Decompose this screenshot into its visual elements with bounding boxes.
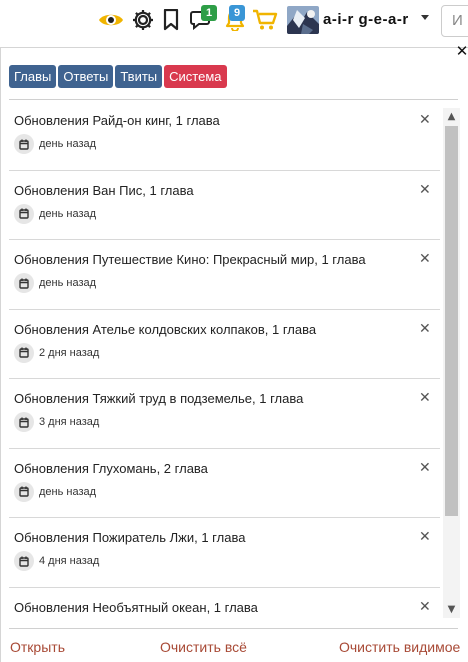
divider (9, 628, 458, 629)
chat-icon[interactable]: 1 (188, 5, 217, 32)
notification-date: 2 дня назад (14, 342, 100, 363)
calendar-icon (14, 412, 34, 432)
avatar[interactable] (287, 6, 319, 34)
top-header: 1 9 a-i-r g-e-a-r И (0, 0, 468, 44)
date-label: день назад (39, 138, 97, 150)
chat-count-badge: 1 (201, 5, 217, 21)
remove-icon[interactable]: ✕ (419, 600, 431, 614)
date-label: день назад (39, 485, 97, 498)
list-item[interactable]: Обновления Пожиратель Лжи, 1 глава 4 дня… (9, 518, 440, 588)
notification-date: 4 дня назад (14, 551, 99, 571)
list-item[interactable]: Обновления Ван Пис, 1 глава день назад ✕ (9, 171, 440, 240)
gear-icon[interactable] (131, 8, 155, 32)
remove-icon[interactable]: ✕ (419, 322, 431, 336)
list-item[interactable]: Обновления Необъятный океан, 1 глава ✕ (9, 588, 440, 629)
remove-icon[interactable]: ✕ (419, 391, 431, 405)
eye-icon[interactable] (97, 8, 125, 32)
date-label: 4 дня назад (39, 555, 100, 567)
notification-title[interactable]: Обновления Пожиратель Лжи, 1 глава (14, 530, 245, 545)
bell-count-badge: 9 (229, 5, 245, 21)
notification-title[interactable]: Обновления Ателье колдовских колпаков, 1… (14, 322, 316, 337)
notification-date: день назад (14, 273, 96, 293)
notification-title[interactable]: Обновления Ван Пис, 1 глава (14, 183, 194, 198)
calendar-icon (14, 342, 34, 363)
tab-chapters[interactable]: Главы (9, 65, 57, 88)
cart-icon[interactable] (252, 8, 278, 32)
remove-icon[interactable]: ✕ (419, 113, 431, 127)
notification-title[interactable]: Обновления Тяжкий труд в подземелье, 1 г… (14, 391, 303, 406)
scroll-down-icon[interactable]: ▼ (443, 601, 460, 618)
bell-icon[interactable]: 9 (222, 5, 248, 32)
chevron-down-icon[interactable] (421, 15, 429, 20)
remove-icon[interactable]: ✕ (419, 183, 431, 197)
notification-tabs: Главы Ответы Твиты Система (9, 65, 227, 88)
remove-icon[interactable]: ✕ (419, 252, 431, 266)
notification-date: день назад (14, 203, 97, 224)
notification-date: день назад (14, 134, 96, 154)
calendar-icon (14, 134, 34, 154)
notification-list: Обновления Райд-он кинг, 1 глава день на… (0, 101, 440, 628)
clear-all-link[interactable]: Очистить всё (160, 639, 247, 655)
calendar-icon (14, 551, 34, 571)
open-link[interactable]: Открыть (10, 639, 65, 655)
scrollbar[interactable]: ▲ ▼ (443, 108, 460, 618)
calendar-icon (14, 481, 34, 502)
notification-title[interactable]: Обновления Райд-он кинг, 1 глава (14, 113, 220, 128)
notification-title[interactable]: Обновления Глухомань, 2 глава (14, 461, 208, 476)
scroll-up-icon[interactable]: ▲ (443, 108, 460, 125)
date-label: 2 дня назад (39, 346, 100, 359)
tab-tweets[interactable]: Твиты (115, 65, 163, 88)
date-label: день назад (39, 207, 97, 220)
calendar-icon (14, 273, 34, 293)
date-label: 3 дня назад (39, 416, 100, 428)
close-icon[interactable]: ✕ (455, 44, 468, 59)
search-input[interactable]: И (441, 5, 468, 37)
notification-date: 3 дня назад (14, 412, 99, 432)
divider (9, 99, 458, 100)
bookmark-icon[interactable] (162, 8, 180, 32)
date-label: день назад (39, 277, 97, 289)
remove-icon[interactable]: ✕ (419, 461, 431, 475)
clear-visible-link[interactable]: Очистить видимое (339, 639, 460, 655)
remove-icon[interactable]: ✕ (419, 530, 431, 544)
list-item[interactable]: Обновления Путешествие Кино: Прекрасный … (9, 240, 440, 310)
tab-system[interactable]: Система (164, 65, 227, 88)
tab-replies[interactable]: Ответы (58, 65, 114, 88)
list-item[interactable]: Обновления Глухомань, 2 глава день назад… (9, 449, 440, 518)
notification-date: день назад (14, 481, 97, 502)
username[interactable]: a-i-r g-e-a-r (323, 11, 409, 28)
list-item[interactable]: Обновления Ателье колдовских колпаков, 1… (9, 310, 440, 379)
list-item[interactable]: Обновления Тяжкий труд в подземелье, 1 г… (9, 379, 440, 449)
calendar-icon (14, 203, 34, 224)
notification-title[interactable]: Обновления Необъятный океан, 1 глава (14, 600, 258, 615)
scrollbar-thumb[interactable] (445, 126, 458, 516)
list-item[interactable]: Обновления Райд-он кинг, 1 глава день на… (9, 101, 440, 171)
notification-title[interactable]: Обновления Путешествие Кино: Прекрасный … (14, 252, 366, 267)
